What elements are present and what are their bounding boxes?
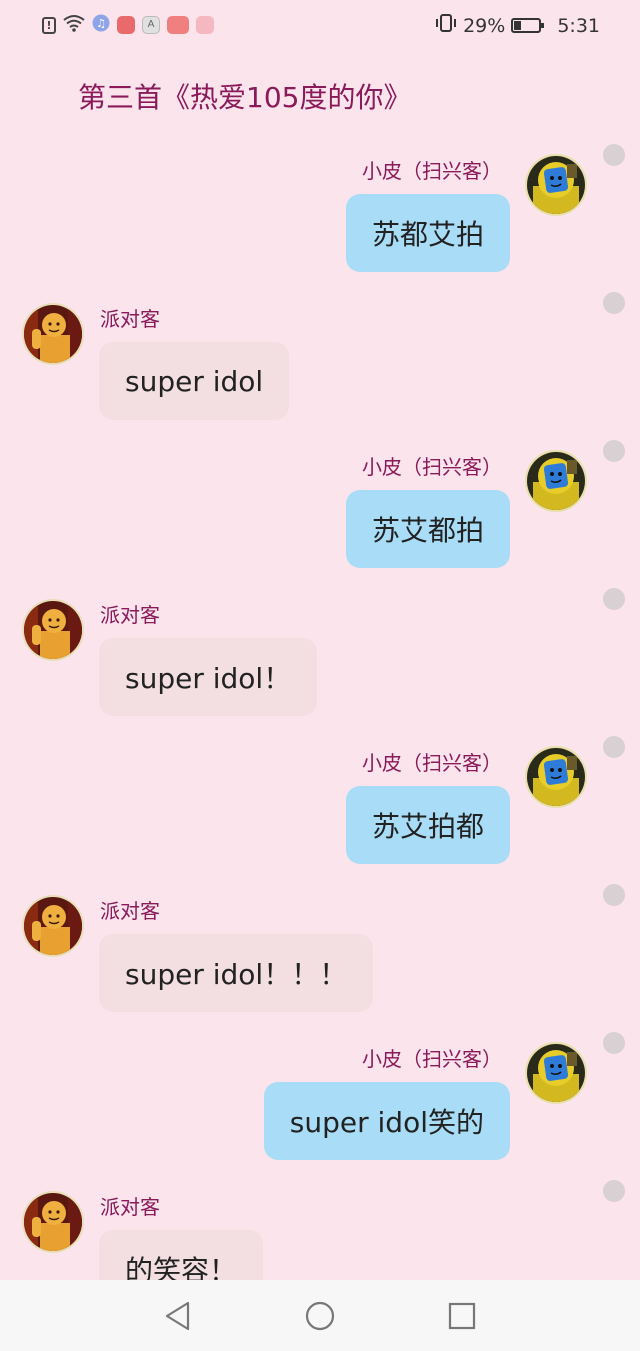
alert-icon: ! xyxy=(42,16,56,34)
avatar[interactable] xyxy=(525,450,587,512)
avatar[interactable] xyxy=(525,1042,587,1104)
recents-icon[interactable] xyxy=(432,1280,492,1351)
svg-text:♫: ♫ xyxy=(96,17,106,30)
sender-name: 小皮（扫兴客） xyxy=(362,751,502,775)
clock: 5:31 xyxy=(557,14,600,37)
sender-name: 小皮（扫兴客） xyxy=(362,455,502,479)
message-bubble[interactable]: super idol xyxy=(99,342,290,420)
app-icon-cat xyxy=(117,16,135,34)
sender-name: 小皮（扫兴客） xyxy=(362,1047,502,1071)
avatar[interactable] xyxy=(22,303,84,365)
wifi-icon xyxy=(63,14,85,36)
status-bar-right: 29% 5:31 xyxy=(435,13,600,38)
status-dot xyxy=(603,292,625,314)
sender-name: 派对客 xyxy=(100,603,160,627)
sender-name: 派对客 xyxy=(100,899,160,923)
avatar[interactable] xyxy=(22,895,84,957)
avatar[interactable] xyxy=(22,1191,84,1253)
app-icon-pink xyxy=(196,16,214,34)
navigation-bar xyxy=(0,1280,640,1351)
app-icon-red xyxy=(167,16,189,34)
status-bar-left: ! ♫ A xyxy=(42,14,214,36)
avatar[interactable] xyxy=(22,599,84,661)
vibrate-icon xyxy=(435,13,457,38)
battery-icon xyxy=(511,18,545,33)
song-title: 第三首《热爱105度的你》 xyxy=(78,81,412,114)
status-dot xyxy=(603,736,625,758)
status-dot xyxy=(603,1180,625,1202)
status-dot xyxy=(603,884,625,906)
avatar[interactable] xyxy=(525,746,587,808)
app-icon-a: A xyxy=(142,16,160,34)
battery-percent: 29% xyxy=(463,14,506,37)
message-bubble[interactable]: 苏艾都拍 xyxy=(345,490,510,568)
message-bubble[interactable]: super idol！ xyxy=(99,638,318,716)
music-icon: ♫ xyxy=(92,14,110,36)
message-bubble[interactable]: super idol笑的 xyxy=(263,1082,510,1160)
status-dot xyxy=(603,1032,625,1054)
sender-name: 小皮（扫兴客） xyxy=(362,159,502,183)
back-icon[interactable] xyxy=(148,1280,208,1351)
message-bubble[interactable]: super idol！！！ xyxy=(99,934,374,1012)
status-dot xyxy=(603,440,625,462)
status-bar: ! ♫ A 29% 5:31 xyxy=(0,0,640,52)
message-bubble[interactable]: 苏艾拍都 xyxy=(345,786,510,864)
status-dot xyxy=(603,588,625,610)
sender-name: 派对客 xyxy=(100,1195,160,1219)
sender-name: 派对客 xyxy=(100,307,160,331)
avatar[interactable] xyxy=(525,154,587,216)
home-icon[interactable] xyxy=(290,1280,350,1351)
status-dot xyxy=(603,144,625,166)
message-bubble[interactable]: 苏都艾拍 xyxy=(345,194,510,272)
